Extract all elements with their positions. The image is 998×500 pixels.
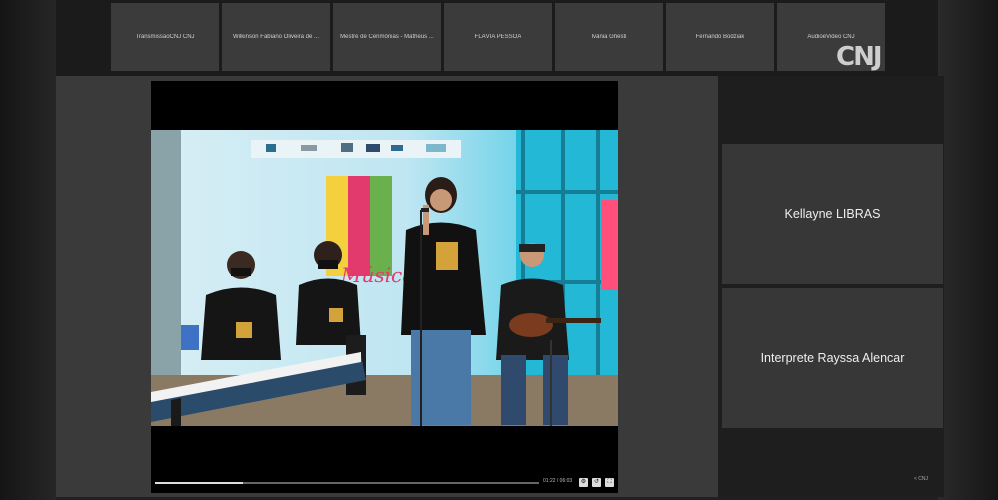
right-panel [718,76,944,497]
participant-name: Mestre de Cerimônias - Matheus ... [340,34,434,40]
participant-name: Fernando Bodziak [695,34,745,40]
time-label: 01:22 / 06:03 [543,478,573,484]
participant-name: TransmissaoCNJ CNJ [135,34,195,40]
left-edge [0,0,56,500]
participant-tile[interactable]: TransmissaoCNJ CNJ [111,3,219,71]
footer-tag: < CNJ [914,476,929,482]
participant-name: Kellayne LIBRAS [784,207,881,221]
performance-scene: Música [151,130,618,426]
player-controls: 01:22 / 06:03 ⚙ ↺ ⛶ [151,473,618,493]
progress-fill [155,482,244,484]
participant-tile[interactable]: FLÁVIA PESSOA [444,3,552,71]
participant-name: Ivânia Ghesti [591,34,627,40]
participant-tile-large[interactable]: Interprete Rayssa Alencar [722,288,943,428]
participant-tile[interactable]: Fernando Bodziak [666,3,774,71]
right-edge [938,0,998,500]
participant-tile[interactable]: Ivânia Ghesti [555,3,663,71]
rewind-icon[interactable]: ↺ [592,478,601,487]
participant-name: Wilkinson Fabiano Oliveira de ... [232,34,320,40]
participant-tile[interactable]: Wilkinson Fabiano Oliveira de ... [222,3,330,71]
participant-name: AudioeVideo CNJ [807,34,855,40]
settings-icon[interactable]: ⚙ [579,478,588,487]
progress-bar[interactable] [155,482,539,484]
participant-name: Interprete Rayssa Alencar [760,351,905,365]
video-frame: Música [151,130,618,426]
cnj-logo: CNJ [836,42,882,72]
participant-tile-large[interactable]: Kellayne LIBRAS [722,144,943,284]
participant-name: FLÁVIA PESSOA [474,34,522,40]
fullscreen-icon[interactable]: ⛶ [605,478,614,487]
participant-tile[interactable]: Mestre de Cerimônias - Matheus ... [333,3,441,71]
video-player[interactable]: Música 01:22 / 06:03 ⚙ ↺ ⛶ [151,81,618,493]
